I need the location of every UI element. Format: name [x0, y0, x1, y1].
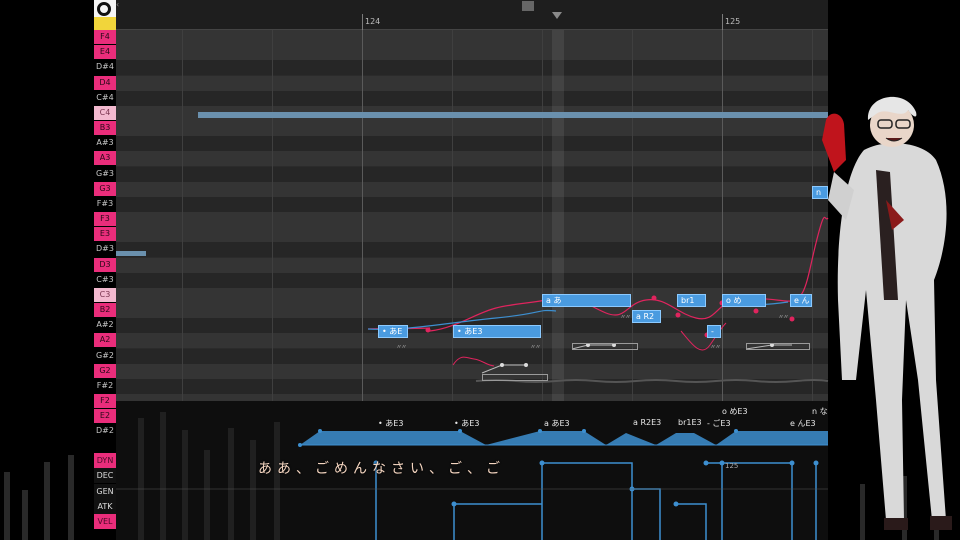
key-a3[interactable]: A3 — [94, 151, 116, 166]
lane-gen[interactable]: GEN — [94, 484, 116, 499]
key-as2[interactable]: A#2 — [94, 318, 116, 333]
parameter-lane-selector[interactable]: DYN DEC GEN ATK VEL — [94, 401, 116, 540]
note-1[interactable]: • あE — [378, 325, 408, 338]
track-color-swatch — [94, 17, 116, 30]
portamento-marker[interactable]: 〃〃 — [620, 312, 631, 321]
key-e3[interactable]: E3 — [94, 227, 116, 242]
key-ds4[interactable]: D#4 — [94, 60, 116, 75]
key-f4[interactable]: F4 — [94, 30, 116, 44]
phoneme-label: o めE3 — [722, 407, 748, 416]
vibrato-box[interactable] — [482, 374, 548, 381]
vibrato-box[interactable] — [746, 343, 810, 350]
phoneme-label: a R2E3 — [633, 418, 662, 427]
key-b2[interactable]: B2 — [94, 303, 116, 317]
key-c3[interactable]: C3 — [94, 287, 116, 302]
key-f3[interactable]: F3 — [94, 212, 116, 226]
key-fs2[interactable]: F#2 — [94, 378, 116, 393]
note-5[interactable]: br1 — [677, 294, 706, 307]
phoneme-label: a あE3 — [544, 419, 570, 428]
note-2[interactable]: • あE3 — [453, 325, 541, 338]
note-6[interactable]: - — [707, 325, 721, 338]
key-g3[interactable]: G3 — [94, 181, 116, 196]
horizontal-scroll-thumb[interactable] — [522, 1, 534, 11]
lane-dyn[interactable]: DYN — [94, 453, 116, 468]
phoneme-label: br1E3 — [678, 418, 702, 427]
key-gs2[interactable]: G#2 — [94, 348, 116, 363]
track-icon[interactable] — [97, 2, 111, 16]
portamento-marker[interactable]: 〃〃 — [778, 312, 789, 321]
key-as3[interactable]: A#3 — [94, 136, 116, 151]
phoneme-label: • あE3 — [378, 419, 404, 428]
phoneme-label: • あE3 — [454, 419, 480, 428]
phoneme-label: - ごE3 — [707, 419, 731, 428]
key-ds3[interactable]: D#3 — [94, 242, 116, 257]
piano-keyboard[interactable]: F4 E4 D#4 D4 C#4 C4 B3 A#3 A3 G#3 G3 F#3… — [94, 30, 116, 439]
portamento-marker[interactable]: 〃〃 — [710, 342, 721, 351]
pitch-curve-layer — [367, 216, 829, 383]
character-illustration — [822, 96, 952, 530]
key-cs3[interactable]: C#3 — [94, 272, 116, 287]
lane-dec[interactable]: DEC — [94, 468, 116, 483]
key-c4[interactable]: C4 — [94, 105, 116, 120]
portamento-marker[interactable]: 〃〃 — [396, 342, 407, 351]
portamento-marker[interactable]: 〃〃 — [530, 342, 541, 351]
scroll-left-arrow[interactable]: ‹ — [116, 0, 119, 9]
note-7[interactable]: o め — [722, 294, 766, 307]
key-cs4[interactable]: C#4 — [94, 90, 116, 105]
vibrato-box[interactable] — [572, 343, 638, 350]
note-4[interactable]: a R2 — [632, 310, 661, 323]
lane-bar-marker: 125 — [725, 462, 739, 470]
key-d4[interactable]: D4 — [94, 75, 116, 90]
key-g2[interactable]: G2 — [94, 363, 116, 378]
key-b3[interactable]: B3 — [94, 121, 116, 135]
key-fs3[interactable]: F#3 — [94, 196, 116, 211]
video-frame: 124 125 ‹ F4 E4 D#4 D4 C#4 C4 B3 A#3 A3 … — [0, 0, 960, 540]
key-d3[interactable]: D3 — [94, 257, 116, 272]
key-a2[interactable]: A2 — [94, 333, 116, 348]
note-3[interactable]: a あ — [542, 294, 631, 307]
lane-atk[interactable]: ATK — [94, 499, 116, 514]
key-gs3[interactable]: G#3 — [94, 166, 116, 181]
key-e4[interactable]: E4 — [94, 45, 116, 60]
lyric-subtitle: ああ、ごめんなさい、ご、ご — [258, 461, 505, 477]
lane-vel[interactable]: VEL — [94, 514, 116, 529]
